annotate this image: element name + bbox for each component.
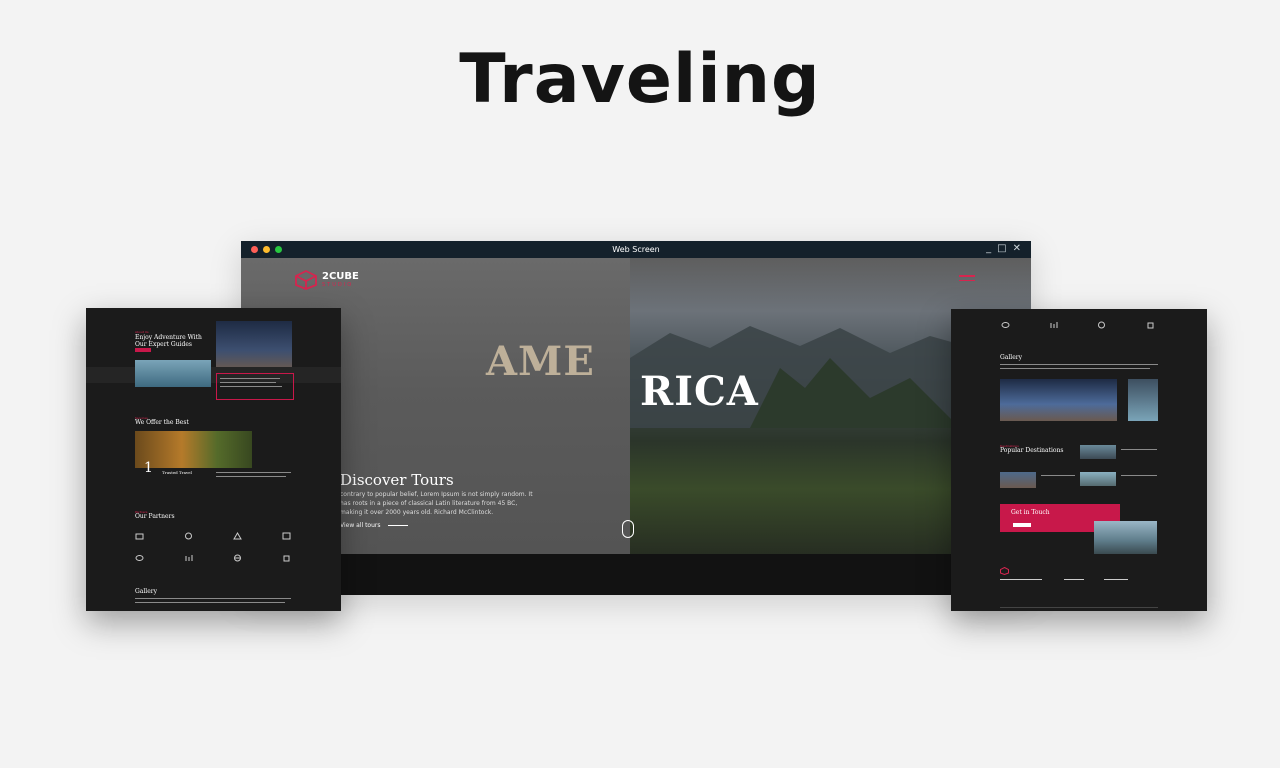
scroll-mouse-icon[interactable] [622,520,634,538]
window-titlebar: Web Screen _ □ ✕ [241,241,1031,258]
gallery-title: Gallery [1000,354,1023,361]
partner-logo-icon [1147,322,1154,329]
brand-logo[interactable]: 2CUBE STUDIO [295,270,359,290]
hero-section: 2CUBE STUDIO AME RICA Discover Tours con… [241,258,1031,554]
cta-image-lake [1094,521,1157,554]
adventure-button[interactable] [135,348,151,352]
view-all-tours-link[interactable]: View all tours [340,522,409,529]
destinations-title: Popular Destinations [1000,447,1064,454]
gallery-image-side [1128,379,1158,421]
band-strip [86,367,341,383]
hero-heading: Discover Tours [340,471,454,489]
adventure-title: Enjoy Adventure With Our Expert Guides [135,334,202,348]
cube-logo-icon [295,270,317,290]
gallery-title: Gallery [135,588,158,595]
brand-name: 2CUBE [322,271,359,282]
gallery-image-ruins [1000,379,1117,421]
page-title: Traveling [459,40,821,119]
hero-description: contrary to popular belief, Lorem Ipsum … [340,491,533,516]
get-in-touch-label: Get in Touch [1011,509,1050,516]
partner-logo-icon [185,555,193,561]
footer-logo-icon [1000,567,1009,575]
partner-logo-icon [1001,322,1010,328]
stat-number: 1 [144,460,153,476]
partner-logo-icon [135,533,144,540]
minimize-button[interactable]: _ [986,243,991,254]
adventure-image-ruins [216,321,292,370]
partner-logo-icon [185,532,192,540]
partner-logo-icon [233,532,242,540]
destination-thumb[interactable] [1000,472,1036,488]
partner-logo-icon [1098,321,1105,329]
right-preview-panel: Gallery Destinations Popular Destination… [951,309,1207,611]
get-in-touch-button[interactable] [1013,523,1031,527]
stat-label: Trusted Travel [162,470,192,475]
left-preview-panel: About Us Enjoy Adventure With Our Expert… [86,308,341,611]
hero-word-right: RICA [640,368,759,415]
window-title: Web Screen [612,245,660,254]
maximize-button[interactable]: □ [997,243,1006,254]
partners-title: Our Partners [135,513,175,520]
brand-tagline: STUDIO [322,282,354,288]
browser-window: Web Screen _ □ ✕ 2CUBE STUDIO AME RICA D… [241,241,1031,595]
hero-word-left: AME [486,338,595,385]
partner-logo-icon [135,555,144,561]
partner-logo-icon [282,532,291,540]
partner-logo-icon [1050,322,1058,328]
close-button[interactable]: ✕ [1013,243,1021,254]
menu-hamburger-icon[interactable] [959,275,975,281]
arrow-right-icon [388,525,409,526]
offer-title: We Offer the Best [135,419,189,426]
destination-thumb[interactable] [1080,472,1116,486]
partner-logo-icon [234,554,241,562]
adventure-image-lake [135,360,211,387]
window-footer-strip [241,554,1031,595]
partner-logo-icon [283,555,290,562]
destination-thumb[interactable] [1080,445,1116,459]
view-all-tours-label: View all tours [340,522,381,529]
